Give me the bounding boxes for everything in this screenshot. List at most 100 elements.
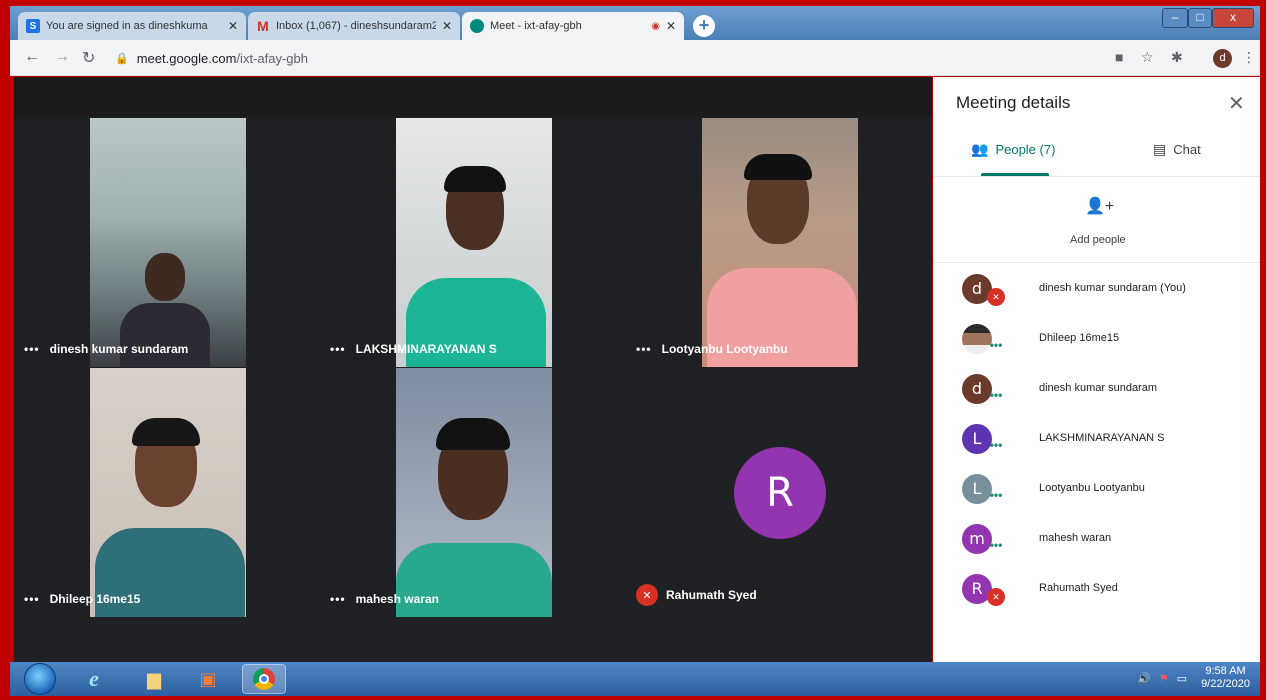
participant-video: [396, 118, 552, 367]
close-tab-icon[interactable]: ✕: [442, 19, 452, 33]
close-window-button[interactable]: x: [1212, 8, 1254, 28]
more-options-icon[interactable]: •••: [330, 342, 346, 356]
close-panel-button[interactable]: ✕: [1228, 91, 1245, 116]
divider: [933, 176, 1260, 177]
more-options-icon[interactable]: •••: [24, 342, 40, 356]
stage-top-bar: [14, 77, 932, 117]
participant-name: LAKSHMINARAYANAN S: [1039, 432, 1165, 444]
forward-icon[interactable]: →: [54, 48, 70, 66]
address-bar: ← → ↻ 🔒 meet.google.com/ixt-afay-gbh ■ ☆…: [10, 40, 1260, 76]
media-player-icon[interactable]: ▣: [186, 664, 230, 694]
url-host: meet.google.com: [136, 50, 237, 66]
participant-list-item[interactable]: d ••• dinesh kumar sundaram: [933, 366, 1260, 416]
participant-name: dinesh kumar sundaram (You): [1039, 282, 1186, 294]
maximize-button[interactable]: □: [1188, 8, 1212, 28]
browser-tab-strip: S You are signed in as dineshkuma ✕ M In…: [10, 6, 1260, 40]
clock-time: 9:58 AM: [1205, 665, 1246, 677]
tab-title: Meet - ixt-afay-gbh: [490, 20, 582, 32]
gmail-icon: M: [257, 18, 269, 34]
tab-meet[interactable]: Meet - ixt-afay-gbh ◉ ✕: [462, 12, 684, 40]
participant-name-label: ✕ Rahumath Syed: [636, 584, 757, 606]
windows-taskbar: e ▆ ▣ 🔊 ⚑ ▭ 9:58 AM 9/22/2020: [10, 662, 1260, 696]
mic-off-icon: ✕: [987, 288, 1005, 306]
reload-icon[interactable]: ↻: [82, 48, 95, 68]
participant-tile[interactable]: ••• Dhileep 16me15: [14, 368, 319, 617]
participant-list-item[interactable]: L ••• Lootyanbu Lootyanbu: [933, 466, 1260, 516]
mic-off-icon: ✕: [636, 584, 658, 606]
participant-tile[interactable]: ••• LAKSHMINARAYANAN S: [320, 118, 625, 367]
minimize-button[interactable]: –: [1162, 8, 1188, 28]
participant-list-item[interactable]: L ••• LAKSHMINARAYANAN S: [933, 416, 1260, 466]
tab-title: You are signed in as dineshkuma: [46, 20, 208, 32]
close-tab-icon[interactable]: ✕: [666, 19, 676, 33]
recording-icon: ◉: [651, 20, 660, 32]
tab-signed-in[interactable]: S You are signed in as dineshkuma ✕: [18, 12, 246, 40]
participant-list-item[interactable]: R ✕ Rahumath Syed: [933, 566, 1260, 616]
bookmark-star-icon[interactable]: ☆: [1141, 49, 1154, 66]
participant-name: mahesh waran: [1039, 532, 1112, 544]
file-explorer-icon[interactable]: ▆: [132, 664, 176, 694]
tab-inbox[interactable]: M Inbox (1,067) - dineshsundaram2 ✕: [248, 12, 460, 40]
participant-video: [396, 368, 552, 617]
participant-video: [90, 118, 246, 367]
tab-people[interactable]: 👥 People (7): [971, 141, 1055, 158]
participant-name-label: ••• Dhileep 16me15: [24, 592, 141, 606]
more-options-icon[interactable]: •••: [987, 488, 1005, 506]
action-center-flag-icon[interactable]: ⚑: [1159, 672, 1169, 685]
volume-icon[interactable]: 🔊: [1137, 672, 1151, 685]
extensions-icon[interactable]: ✱: [1171, 49, 1183, 66]
network-icon[interactable]: ▭: [1177, 672, 1187, 685]
participant-list-item[interactable]: ••• Dhileep 16me15: [933, 316, 1260, 366]
site-s-icon: S: [26, 19, 40, 33]
participant-name-label: ••• LAKSHMINARAYANAN S: [330, 342, 497, 356]
participant-tile[interactable]: ••• Lootyanbu Lootyanbu: [626, 118, 932, 367]
camera-icon[interactable]: ■: [1115, 49, 1123, 65]
video-grid: ••• dinesh kumar sundaram ••• LAKSHMINAR…: [14, 77, 932, 662]
more-options-icon[interactable]: •••: [987, 538, 1005, 556]
more-options-icon[interactable]: •••: [987, 388, 1005, 406]
chrome-icon[interactable]: [242, 664, 286, 694]
menu-kebab-icon[interactable]: ⋮: [1242, 49, 1256, 66]
meeting-details-panel: Meeting details ✕ 👥 People (7) ▤ Chat 👤+…: [933, 77, 1260, 662]
add-person-icon[interactable]: 👤+: [1085, 196, 1114, 216]
participant-name: Rahumath Syed: [1039, 582, 1118, 594]
url-field[interactable]: 🔒 meet.google.com/ixt-afay-gbh: [115, 45, 1095, 71]
clock-date: 9/22/2020: [1201, 678, 1250, 690]
close-tab-icon[interactable]: ✕: [228, 19, 238, 33]
back-icon[interactable]: ←: [24, 48, 40, 66]
chat-icon: ▤: [1153, 141, 1167, 157]
participant-name: Lootyanbu Lootyanbu: [1039, 482, 1145, 494]
divider: [933, 262, 1260, 263]
participant-list-item[interactable]: m ••• mahesh waran: [933, 516, 1260, 566]
participant-name-label: ••• dinesh kumar sundaram: [24, 342, 189, 356]
add-people-button[interactable]: Add people: [1070, 234, 1126, 246]
lock-icon: 🔒: [115, 52, 129, 65]
start-button[interactable]: [24, 663, 56, 695]
meet-icon: [470, 19, 484, 33]
tab-chat[interactable]: ▤ Chat: [1153, 141, 1201, 158]
tab-title: Inbox (1,067) - dineshsundaram2: [276, 20, 436, 32]
internet-explorer-icon[interactable]: e: [72, 664, 116, 694]
participant-tile[interactable]: ••• mahesh waran: [320, 368, 625, 617]
more-options-icon[interactable]: •••: [330, 592, 346, 606]
participant-name-label: ••• Lootyanbu Lootyanbu: [636, 342, 788, 356]
participant-list-item[interactable]: d ✕ dinesh kumar sundaram (You): [933, 266, 1260, 316]
participant-video: [702, 118, 858, 367]
more-options-icon[interactable]: •••: [24, 592, 40, 606]
more-options-icon[interactable]: •••: [987, 338, 1005, 356]
more-options-icon[interactable]: •••: [987, 438, 1005, 456]
url-path: /ixt-afay-gbh: [236, 50, 308, 66]
panel-title: Meeting details: [956, 93, 1071, 112]
more-options-icon[interactable]: •••: [636, 342, 652, 356]
participant-video: [90, 368, 246, 617]
participant-name: dinesh kumar sundaram: [1039, 382, 1158, 394]
system-tray: 🔊 ⚑ ▭ 9:58 AM 9/22/2020: [1137, 665, 1250, 691]
people-icon: 👥: [971, 141, 989, 157]
profile-avatar[interactable]: d: [1213, 49, 1232, 68]
mic-off-icon: ✕: [987, 588, 1005, 606]
participant-tile[interactable]: ••• dinesh kumar sundaram: [14, 118, 319, 367]
new-tab-button[interactable]: +: [693, 15, 715, 37]
participant-name-label: ••• mahesh waran: [330, 592, 439, 606]
participant-avatar: R: [734, 447, 826, 539]
clock[interactable]: 9:58 AM 9/22/2020: [1201, 665, 1250, 691]
